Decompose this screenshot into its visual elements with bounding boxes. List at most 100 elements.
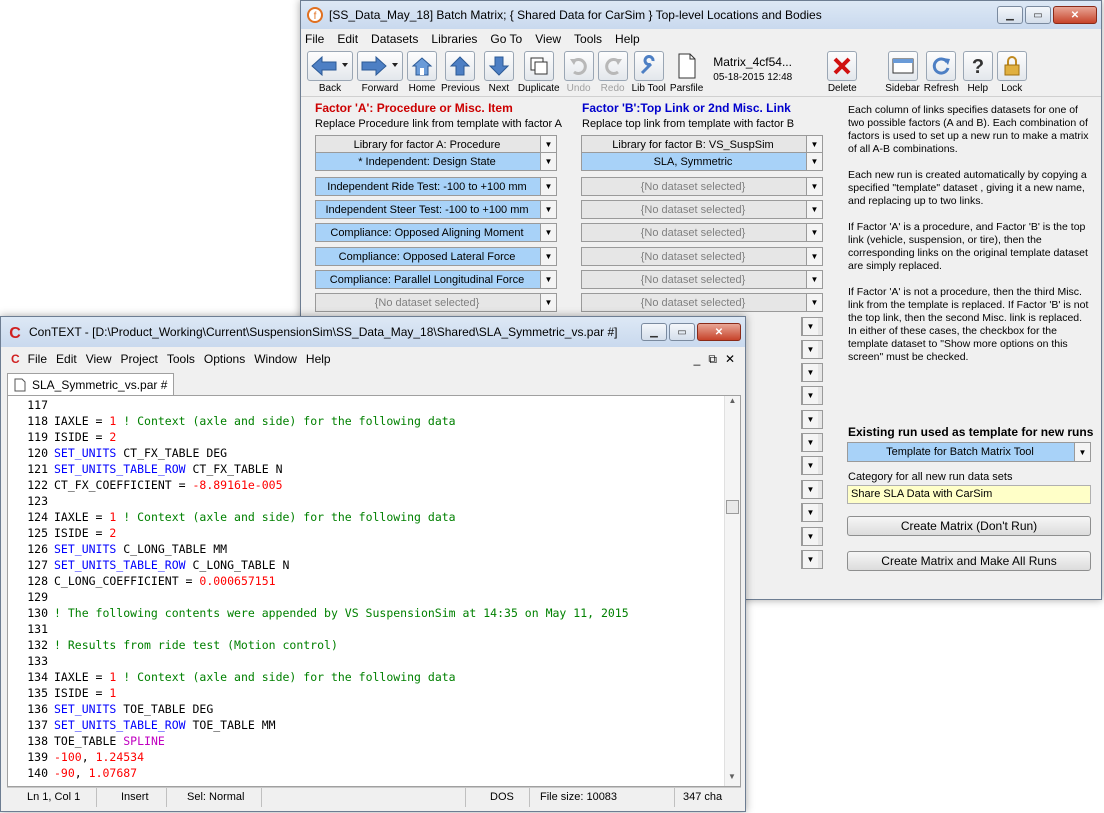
code-line[interactable]: 140 -90, 1.07687: [14, 765, 724, 781]
menu-window[interactable]: Window: [254, 352, 297, 366]
maximize-button[interactable]: ▭: [1025, 6, 1051, 24]
code-line[interactable]: 133: [14, 653, 724, 669]
help-button[interactable]: ? Help: [962, 51, 993, 94]
mdi-restore-icon[interactable]: ⧉: [708, 352, 717, 367]
home-button[interactable]: Home: [407, 51, 437, 94]
category-input[interactable]: Share SLA Data with CarSim: [847, 485, 1091, 504]
code-line[interactable]: 134 IAXLE = 1 ! Context (axle and side) f…: [14, 669, 724, 685]
menu-datasets[interactable]: Datasets: [371, 32, 418, 46]
menu-view[interactable]: View: [535, 32, 561, 46]
next-button[interactable]: Next: [483, 51, 514, 94]
scroll-thumb[interactable]: [726, 500, 739, 514]
code-line[interactable]: 135 ISIDE = 1: [14, 685, 724, 701]
code-editor[interactable]: 117 118 IAXLE = 1 ! Context (axle and side…: [14, 397, 724, 783]
code-line[interactable]: 137 SET_UNITS_TABLE_ROW TOE_TABLE MM: [14, 717, 724, 733]
maximize-button[interactable]: ▭: [669, 323, 695, 341]
code-line[interactable]: 124 IAXLE = 1 ! Context (axle and side) f…: [14, 509, 724, 525]
forward-button[interactable]: Forward: [357, 51, 403, 94]
scroll-up-arrow-icon[interactable]: ▲: [725, 396, 740, 410]
vertical-scrollbar[interactable]: ▲ ▼: [724, 396, 740, 786]
menu-file[interactable]: File: [28, 352, 47, 366]
code-line[interactable]: 128 C_LONG_COEFFICIENT = 0.000657151: [14, 573, 724, 589]
menu-libraries[interactable]: Libraries: [431, 32, 477, 46]
lock-button[interactable]: Lock: [996, 51, 1027, 94]
factor-b-link-5[interactable]: {No dataset selected} ▼: [581, 247, 823, 266]
redo-button[interactable]: Redo: [597, 51, 628, 94]
menu-view[interactable]: View: [86, 352, 112, 366]
code-line[interactable]: 132 ! Results from ride test (Motion cont…: [14, 637, 724, 653]
file-tab[interactable]: SLA_Symmetric_vs.par #: [7, 373, 175, 395]
lib-tool-button[interactable]: Lib Tool: [632, 51, 666, 94]
menu-help[interactable]: Help: [615, 32, 640, 46]
factor-a-link-4[interactable]: Compliance: Opposed Aligning Moment ▼: [315, 223, 557, 242]
menu-project[interactable]: Project: [121, 352, 158, 366]
code-line[interactable]: 127 SET_UNITS_TABLE_ROW C_LONG_TABLE N: [14, 557, 724, 573]
code-line[interactable]: 118 IAXLE = 1 ! Context (axle and side) f…: [14, 413, 724, 429]
parsfile-button[interactable]: Parsfile: [670, 51, 703, 94]
factor-b-link-1[interactable]: SLA, Symmetric ▼: [581, 152, 823, 171]
factor-b-link-extra[interactable]: ▼: [801, 527, 823, 546]
code-line[interactable]: 119 ISIDE = 2: [14, 429, 724, 445]
factor-b-link-extra[interactable]: ▼: [801, 340, 823, 359]
code-line[interactable]: 136 SET_UNITS TOE_TABLE DEG: [14, 701, 724, 717]
factor-b-link-extra[interactable]: ▼: [801, 386, 823, 405]
factor-b-link-extra[interactable]: ▼: [801, 456, 823, 475]
code-line[interactable]: 139 -100, 1.24534: [14, 749, 724, 765]
code-line[interactable]: 117: [14, 397, 724, 413]
code-line[interactable]: 121 SET_UNITS_TABLE_ROW CT_FX_TABLE N: [14, 461, 724, 477]
code-line[interactable]: 129: [14, 589, 724, 605]
factor-a-link-7[interactable]: {No dataset selected} ▼: [315, 293, 557, 312]
factor-b-link-extra[interactable]: ▼: [801, 410, 823, 429]
factor-a-link-3[interactable]: Independent Steer Test: -100 to +100 mm ▼: [315, 200, 557, 219]
menu-file[interactable]: File: [305, 32, 324, 46]
code-line[interactable]: 125 ISIDE = 2: [14, 525, 724, 541]
code-line[interactable]: 131: [14, 621, 724, 637]
minimize-button[interactable]: ▁: [641, 323, 667, 341]
factor-b-link-extra[interactable]: ▼: [801, 317, 823, 336]
previous-button[interactable]: Previous: [441, 51, 480, 94]
menu-tools[interactable]: Tools: [574, 32, 602, 46]
context-title-bar[interactable]: C ConTEXT - [D:\Product_Working\Current\…: [1, 317, 745, 347]
factor-b-link-extra[interactable]: ▼: [801, 363, 823, 382]
delete-button[interactable]: Delete: [827, 51, 858, 94]
menu-tools[interactable]: Tools: [167, 352, 195, 366]
factor-a-link-1[interactable]: * Independent: Design State ▼: [315, 152, 557, 171]
factor-b-link-extra[interactable]: ▼: [801, 503, 823, 522]
close-button[interactable]: ✕: [1053, 6, 1097, 24]
code-line[interactable]: 122 CT_FX_COEFFICIENT = -8.89161e-005: [14, 477, 724, 493]
factor-b-link-7[interactable]: {No dataset selected} ▼: [581, 293, 823, 312]
scroll-down-arrow-icon[interactable]: ▼: [725, 772, 739, 786]
factor-a-link-5[interactable]: Compliance: Opposed Lateral Force ▼: [315, 247, 557, 266]
undo-button[interactable]: Undo: [563, 51, 594, 94]
factor-b-link-extra[interactable]: ▼: [801, 550, 823, 569]
code-line[interactable]: 130 ! The following contents were appende…: [14, 605, 724, 621]
mdi-minimize-icon[interactable]: _: [694, 352, 701, 366]
create-matrix-button[interactable]: Create Matrix (Don't Run): [847, 516, 1091, 536]
refresh-button[interactable]: Refresh: [924, 51, 959, 94]
close-button[interactable]: ✕: [697, 323, 741, 341]
factor-a-link-2[interactable]: Independent Ride Test: -100 to +100 mm ▼: [315, 177, 557, 196]
minimize-button[interactable]: ▁: [997, 6, 1023, 24]
template-dropdown[interactable]: Template for Batch Matrix Tool ▼: [847, 442, 1091, 462]
menu-goto[interactable]: Go To: [490, 32, 522, 46]
duplicate-button[interactable]: Duplicate: [518, 51, 560, 94]
menu-options[interactable]: Options: [204, 352, 245, 366]
batch-title-bar[interactable]: f [SS_Data_May_18] Batch Matrix; { Share…: [301, 1, 1101, 29]
sidebar-button[interactable]: Sidebar: [885, 51, 920, 94]
factor-a-link-6[interactable]: Compliance: Parallel Longitudinal Force ▼: [315, 270, 557, 289]
factor-b-link-2[interactable]: {No dataset selected} ▼: [581, 177, 823, 196]
factor-b-link-4[interactable]: {No dataset selected} ▼: [581, 223, 823, 242]
code-line[interactable]: 138 TOE_TABLE SPLINE: [14, 733, 724, 749]
code-line[interactable]: 120 SET_UNITS CT_FX_TABLE DEG: [14, 445, 724, 461]
menu-help[interactable]: Help: [306, 352, 331, 366]
code-line[interactable]: 126 SET_UNITS C_LONG_TABLE MM: [14, 541, 724, 557]
menu-edit[interactable]: Edit: [56, 352, 77, 366]
factor-b-link-extra[interactable]: ▼: [801, 480, 823, 499]
factor-b-link-6[interactable]: {No dataset selected} ▼: [581, 270, 823, 289]
back-button[interactable]: Back: [307, 51, 353, 94]
factor-b-link-3[interactable]: {No dataset selected} ▼: [581, 200, 823, 219]
create-matrix-run-button[interactable]: Create Matrix and Make All Runs: [847, 551, 1091, 571]
menu-edit[interactable]: Edit: [337, 32, 358, 46]
code-line[interactable]: 123: [14, 493, 724, 509]
mdi-close-icon[interactable]: ✕: [725, 352, 735, 366]
